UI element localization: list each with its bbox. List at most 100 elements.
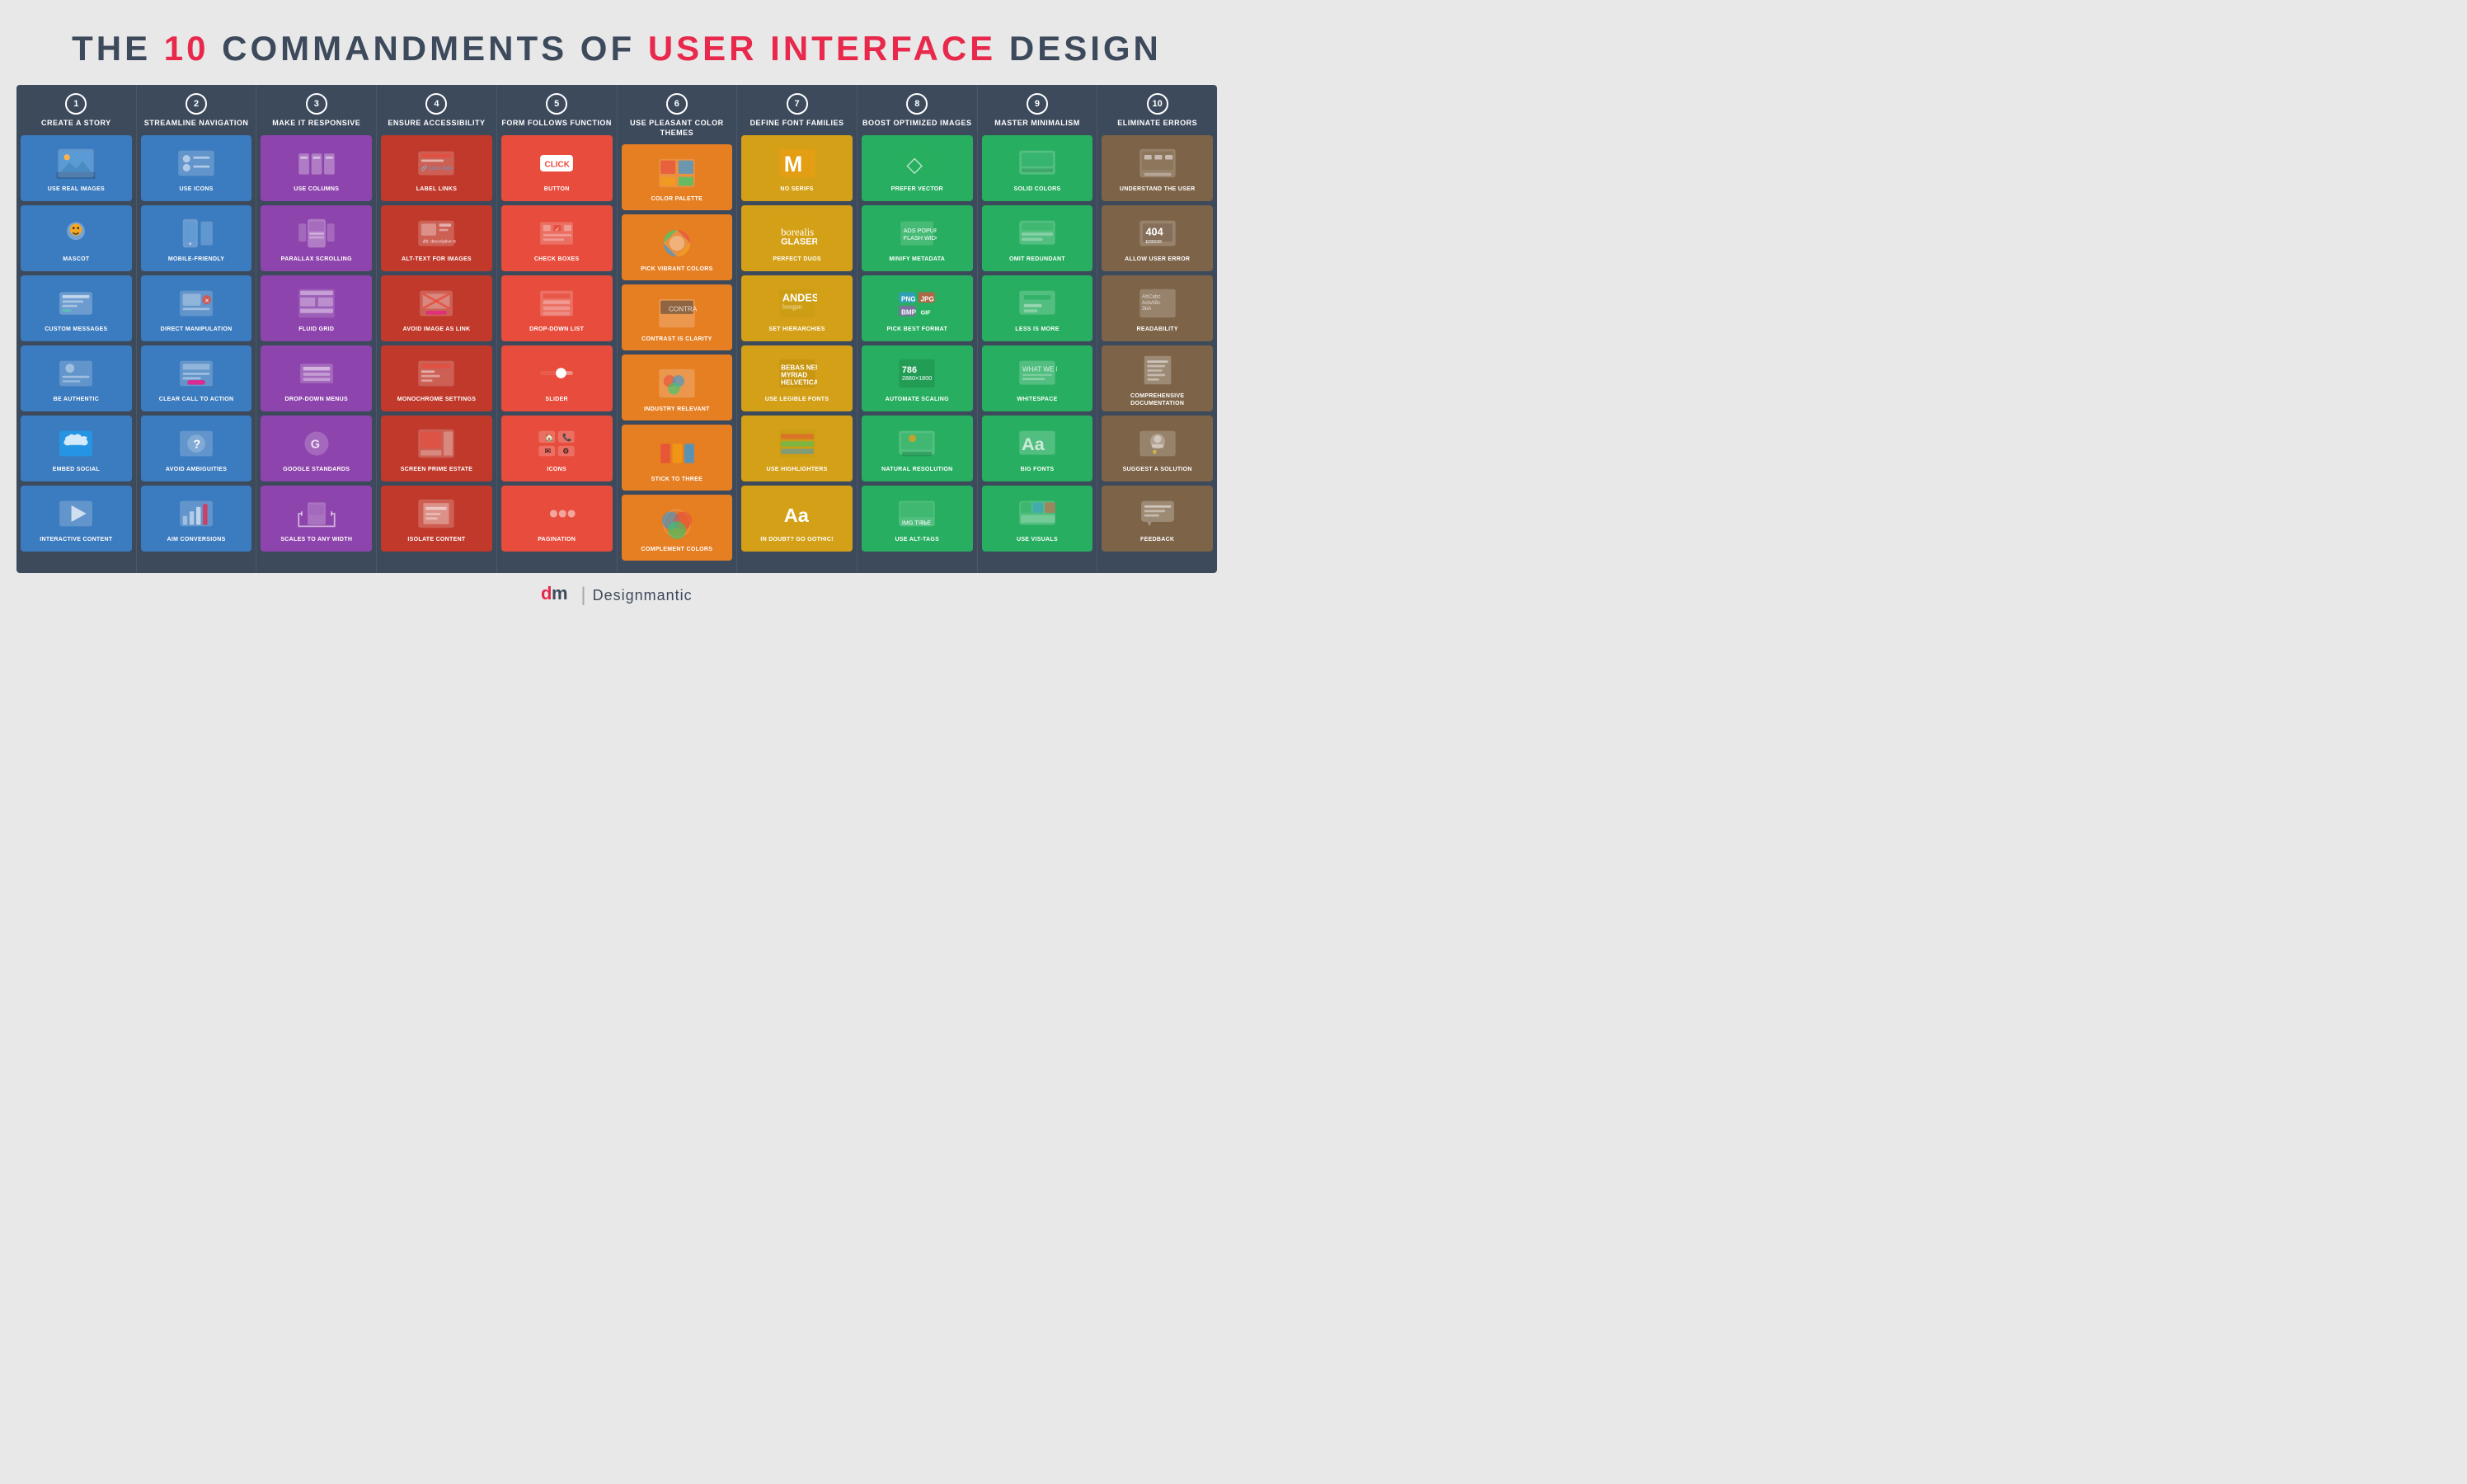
card-col7-2: borealisGLASERPERFECT DUOS — [741, 205, 853, 271]
card-icon-col6-2 — [652, 223, 702, 263]
svg-text:BEBAS NEUE: BEBAS NEUE — [781, 364, 817, 372]
card-icon-col3-5: G — [292, 424, 341, 463]
card-col6-4: INDUSTRY RELEVANT — [622, 355, 733, 420]
card-label-col8-5: NATURAL RESOLUTION — [881, 467, 952, 473]
card-col10-6: FEEDBACK — [1102, 486, 1213, 552]
col-title-5: FORM FOLLOWS FUNCTION — [501, 119, 611, 129]
card-icon-col2-3: ✕ — [172, 284, 221, 323]
card-icon-col1-2 — [51, 214, 101, 253]
card-col6-5: STICK TO THREE — [622, 425, 733, 491]
svg-text:bougan: bougan — [782, 303, 801, 311]
card-label-col9-5: BIG FONTS — [1021, 467, 1055, 473]
card-label-col4-5: SCREEN PRIME ESTATE — [401, 467, 473, 473]
title-area: THE 10 COMMANDMENTS OF USER INTERFACE DE… — [16, 16, 1217, 77]
card-label-col3-2: PARALLAX SCROLLING — [281, 256, 352, 263]
card-icon-col9-6 — [1013, 494, 1062, 533]
card-icon-col8-3: PNGJPGBMPGIF — [892, 284, 942, 323]
column-8: 8BOOST OPTIMIZED IMAGES◇PREFER VECTORADS… — [858, 85, 978, 573]
col-num-6: 6 — [666, 93, 688, 115]
card-icon-col8-6: IMG TITLE</> — [892, 494, 942, 533]
card-icon-col8-5 — [892, 424, 942, 463]
card-label-col3-3: FLUID GRID — [298, 326, 334, 333]
svg-text:G: G — [311, 439, 320, 452]
card-icon-col3-6 — [292, 494, 341, 533]
card-icon-col8-1: ◇ — [892, 143, 942, 183]
col-title-4: ENSURE ACCESSIBILITY — [388, 119, 485, 129]
card-label-col2-3: DIRECT MANIPULATION — [161, 326, 233, 333]
svg-text:</>: </> — [920, 521, 928, 527]
card-icon-col2-1 — [172, 143, 221, 183]
card-icon-col2-2 — [172, 214, 221, 253]
col-num-5: 5 — [546, 93, 567, 115]
card-icon-col9-5: Aa — [1013, 424, 1062, 463]
card-col7-5: USE HIGHLIGHTERS — [741, 416, 853, 481]
card-icon-col5-3 — [532, 284, 581, 323]
card-col3-4: DROP-DOWN MENUS — [261, 345, 372, 411]
card-label-col10-2: ALLOW USER ERROR — [1125, 256, 1190, 263]
card-label-col8-3: PICK BEST FORMAT — [887, 326, 948, 333]
card-label-col10-4: COMPREHENSIVE DOCUMENTATION — [1105, 393, 1210, 407]
card-label-col6-6: COMPLEMENT COLORS — [641, 547, 712, 553]
card-col8-2: ADS POPUPFLASH WIDGETSMINIFY METADATA — [862, 205, 973, 271]
svg-text:AcbABc: AcbABc — [1142, 300, 1161, 306]
svg-text:2880×1800: 2880×1800 — [902, 375, 932, 383]
card-icon-col4-5 — [411, 424, 461, 463]
card-col9-1: SOLID COLORS — [982, 135, 1093, 201]
card-label-col6-4: INDUSTRY RELEVANT — [644, 406, 710, 413]
svg-text:✓: ✓ — [555, 226, 560, 233]
card-label-col5-3: DROP-DOWN LIST — [529, 326, 584, 333]
card-icon-col6-4 — [652, 364, 702, 403]
card-col3-5: GGOOGLE STANDARDS — [261, 416, 372, 481]
card-icon-col4-4 — [411, 354, 461, 393]
svg-text:3bA: 3bA — [1142, 307, 1152, 312]
col-num-1: 1 — [65, 93, 87, 115]
card-col4-2: Alt: descriptive text ALT-TEXT FOR IMAGES — [381, 205, 492, 271]
svg-text:🏠: 🏠 — [545, 434, 554, 442]
col-num-10: 10 — [1147, 93, 1168, 115]
card-col1-1: USE REAL IMAGES — [21, 135, 132, 201]
col-header-6: 6USE PLEASANT COLOR THEMES — [622, 93, 733, 138]
card-label-col7-2: PERFECT DUOS — [773, 256, 820, 263]
svg-text:FLASH WIDGETS: FLASH WIDGETS — [904, 235, 937, 242]
card-label-col2-6: AIM CONVERSIONS — [167, 537, 226, 543]
svg-text:WHAT WE DO: WHAT WE DO — [1022, 366, 1057, 373]
card-icon-col3-3 — [292, 284, 341, 323]
card-col5-6: PAGINATION — [501, 486, 613, 552]
card-col1-6: INTERACTIVE CONTENT — [21, 486, 132, 552]
card-icon-col10-6 — [1133, 494, 1182, 533]
card-col5-1: CLICKBUTTON — [501, 135, 613, 201]
card-label-col4-2: ALT-TEXT FOR IMAGES — [402, 256, 472, 263]
column-1: 1CREATE A STORYUSE REAL IMAGESMASCOTCUST… — [16, 85, 137, 573]
svg-text:borealis: borealis — [781, 227, 814, 238]
card-icon-col5-2: ✓ — [532, 214, 581, 253]
card-col9-3: LESS IS MORE — [982, 275, 1093, 341]
card-label-col8-4: AUTOMATE SCALING — [886, 397, 949, 403]
card-col8-1: ◇PREFER VECTOR — [862, 135, 973, 201]
card-icon-col7-1: M — [773, 143, 822, 183]
card-col7-1: MNO SERIFS — [741, 135, 853, 201]
card-col3-1: USE COLUMNS — [261, 135, 372, 201]
card-label-col1-1: USE REAL IMAGES — [48, 186, 105, 193]
column-5: 5FORM FOLLOWS FUNCTIONCLICKBUTTON✓CHECK … — [497, 85, 618, 573]
card-label-col1-2: MASCOT — [63, 256, 89, 263]
card-icon-col1-4 — [51, 354, 101, 393]
svg-text:Alt: descriptive text: Alt: descriptive text — [423, 240, 456, 245]
card-col3-3: FLUID GRID — [261, 275, 372, 341]
card-col8-3: PNGJPGBMPGIFPICK BEST FORMAT — [862, 275, 973, 341]
card-label-col6-2: PICK VIBRANT COLORS — [641, 266, 712, 273]
card-col10-5: 💡SUGGEST A SOLUTION — [1102, 416, 1213, 481]
svg-text:ANDES: ANDES — [782, 293, 816, 304]
card-icon-col9-4: WHAT WE DO — [1013, 354, 1062, 393]
svg-text:m: m — [552, 583, 568, 603]
card-icon-col4-3 — [411, 284, 461, 323]
card-icon-col6-5 — [652, 434, 702, 473]
svg-text:JPG: JPG — [921, 296, 934, 303]
column-9: 9MASTER MINIMALISMSOLID COLORSOMIT REDUN… — [978, 85, 1098, 573]
card-col10-1: UNDERSTAND THE USER — [1102, 135, 1213, 201]
card-col5-5: 🏠📞✉⚙ICONS — [501, 416, 613, 481]
svg-text:PNG: PNG — [901, 296, 916, 303]
card-label-col1-3: CUSTOM MESSAGES — [45, 326, 107, 333]
svg-text:✕: ✕ — [204, 298, 209, 305]
card-icon-col9-2 — [1013, 214, 1062, 253]
svg-text:Aa: Aa — [783, 505, 809, 526]
